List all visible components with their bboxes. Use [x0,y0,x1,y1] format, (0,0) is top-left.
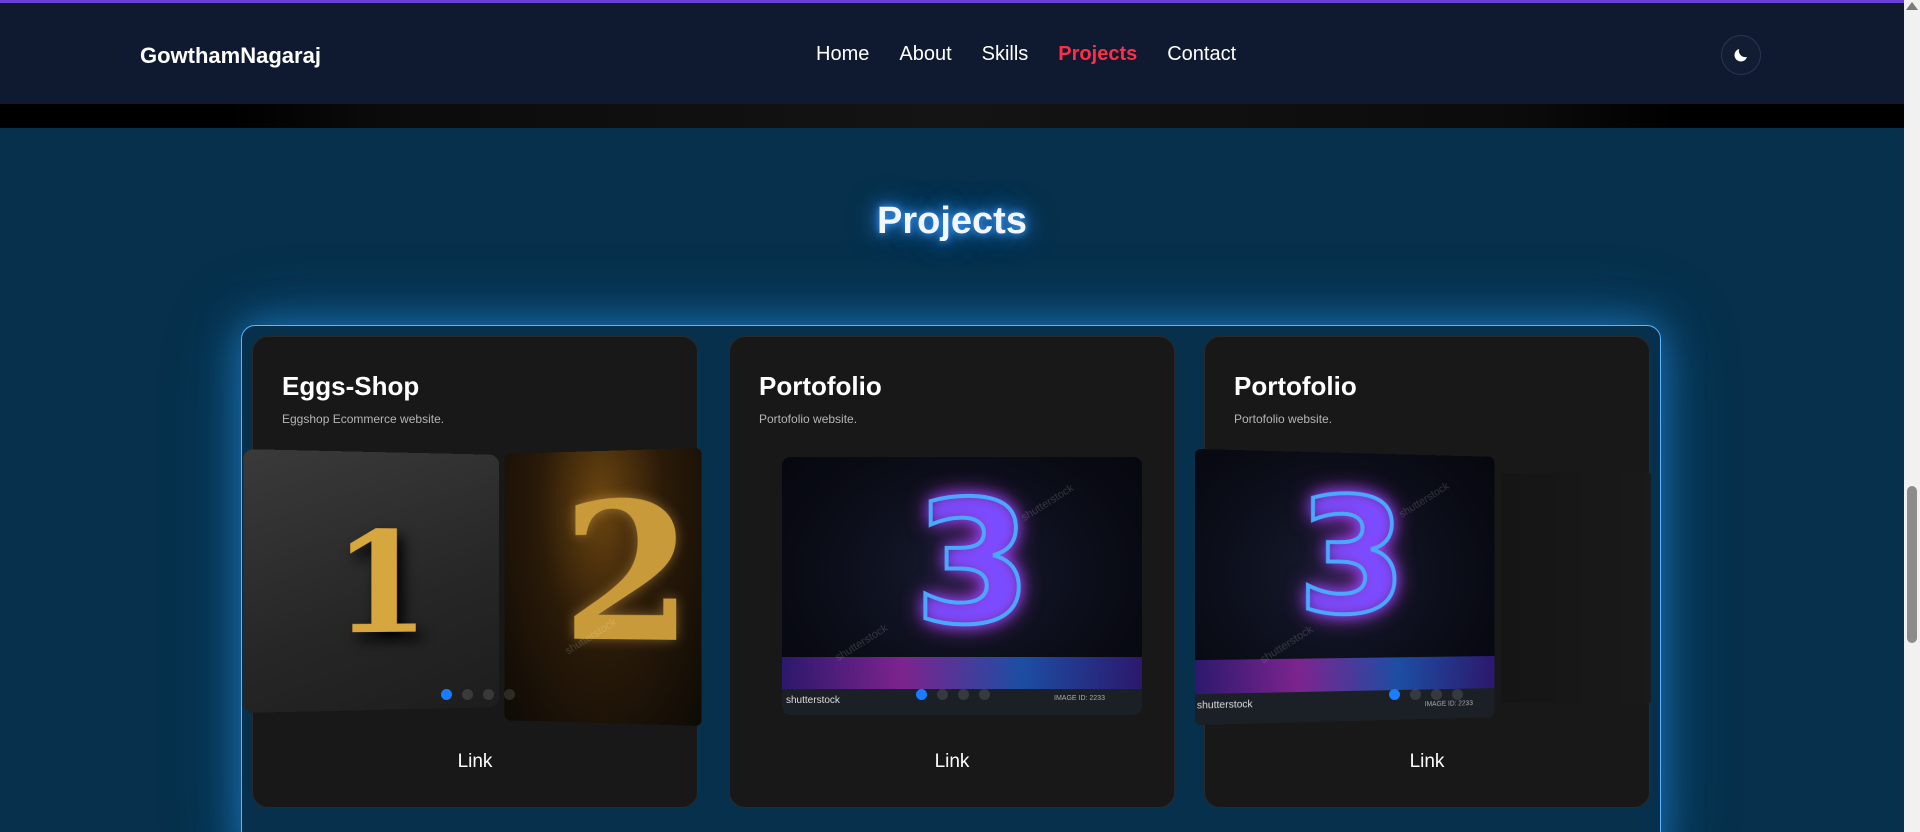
carousel-dots [916,689,990,700]
theme-toggle-button[interactable] [1721,35,1761,75]
section-title: Projects [877,200,1027,242]
carousel-dot[interactable] [937,689,948,700]
watermark-id: IMAGE ID: 2233 [1424,700,1473,709]
carousel-dot[interactable] [979,689,990,700]
watermark-id: IMAGE ID: 2233 [1054,695,1105,702]
project-card: Eggs-Shop Eggshop Ecommerce website. 1 2… [243,336,702,808]
carousel-slide: 1 [243,449,499,713]
carousel-dot[interactable] [1431,689,1442,700]
navbar: GowthamNagaraj Home About Skills Project… [0,3,1904,104]
project-link[interactable]: Link [253,751,697,773]
nav-link-home[interactable]: Home [816,43,869,66]
slide-number: 3 [1295,460,1408,653]
carousel-dot[interactable] [483,689,494,700]
top-accent-line [0,0,1904,3]
carousel-dot[interactable] [504,689,515,700]
nav-link-contact[interactable]: Contact [1167,43,1236,66]
scroll-up-arrow-icon[interactable] [1906,2,1918,10]
nav-links: Home About Skills Projects Contact [816,43,1236,66]
watermark-text: shutterstock [563,616,619,658]
scrollbar-track[interactable] [1904,0,1920,832]
carousel-slide: 3 shutterstock IMAGE ID: 2233 shuttersto… [782,457,1142,715]
watermark-text: shutterstock [1019,482,1076,524]
watermark-text: shutterstock [833,622,890,664]
carousel-dot[interactable] [916,689,927,700]
brand-logo[interactable]: GowthamNagaraj [140,43,321,69]
project-title: Portofolio [1234,371,1357,401]
carousel-dots [441,689,515,700]
project-carousel: 3 shutterstock IMAGE ID: 2233 shuttersto… [730,337,1174,807]
carousel-dots [1389,689,1463,700]
project-link[interactable]: Link [1205,751,1649,773]
project-description: Eggshop Ecommerce website. [282,412,445,426]
slide-number: 1 [333,501,430,667]
project-card: Portofolio Portofolio website. 3 shutter… [729,336,1175,808]
watermark-text: shutterstock [1258,623,1316,667]
nav-link-about[interactable]: About [899,43,951,66]
carousel-dot[interactable] [1452,689,1463,700]
moon-icon [1734,49,1747,62]
carousel-dot[interactable] [462,689,473,700]
project-carousel: 1 2 shutterstock [243,337,702,807]
project-carousel: 3 shutterstock IMAGE ID: 2233 shuttersto… [1194,337,1651,807]
project-title: Eggs-Shop [282,371,420,401]
slide-number: 2 [561,458,694,686]
nav-link-skills[interactable]: Skills [982,43,1029,66]
carousel-dot[interactable] [1389,689,1400,700]
project-title: Portofolio [759,371,882,401]
project-card: Portofolio Portofolio website. 3 shutter… [1194,336,1651,808]
nav-link-projects[interactable]: Projects [1058,43,1137,66]
carousel-slide-shadow [1501,473,1651,703]
watermark-text: shutterstock [1397,480,1452,521]
carousel-slide: 3 shutterstock IMAGE ID: 2233 shuttersto… [1194,448,1495,726]
scrollbar-thumb[interactable] [1907,486,1917,643]
watermark-brand: shutterstock [1196,699,1253,712]
project-description: Portofolio website. [759,412,858,426]
carousel-dot[interactable] [1410,689,1421,700]
project-link[interactable]: Link [730,751,1174,773]
carousel-dot[interactable] [958,689,969,700]
carousel-dot[interactable] [441,689,452,700]
carousel-slide: 2 shutterstock [504,447,702,727]
slide-number: 3 [912,463,1034,665]
project-description: Portofolio website. [1234,412,1333,426]
watermark-brand: shutterstock [786,695,840,706]
navbar-shadow [0,104,1904,128]
